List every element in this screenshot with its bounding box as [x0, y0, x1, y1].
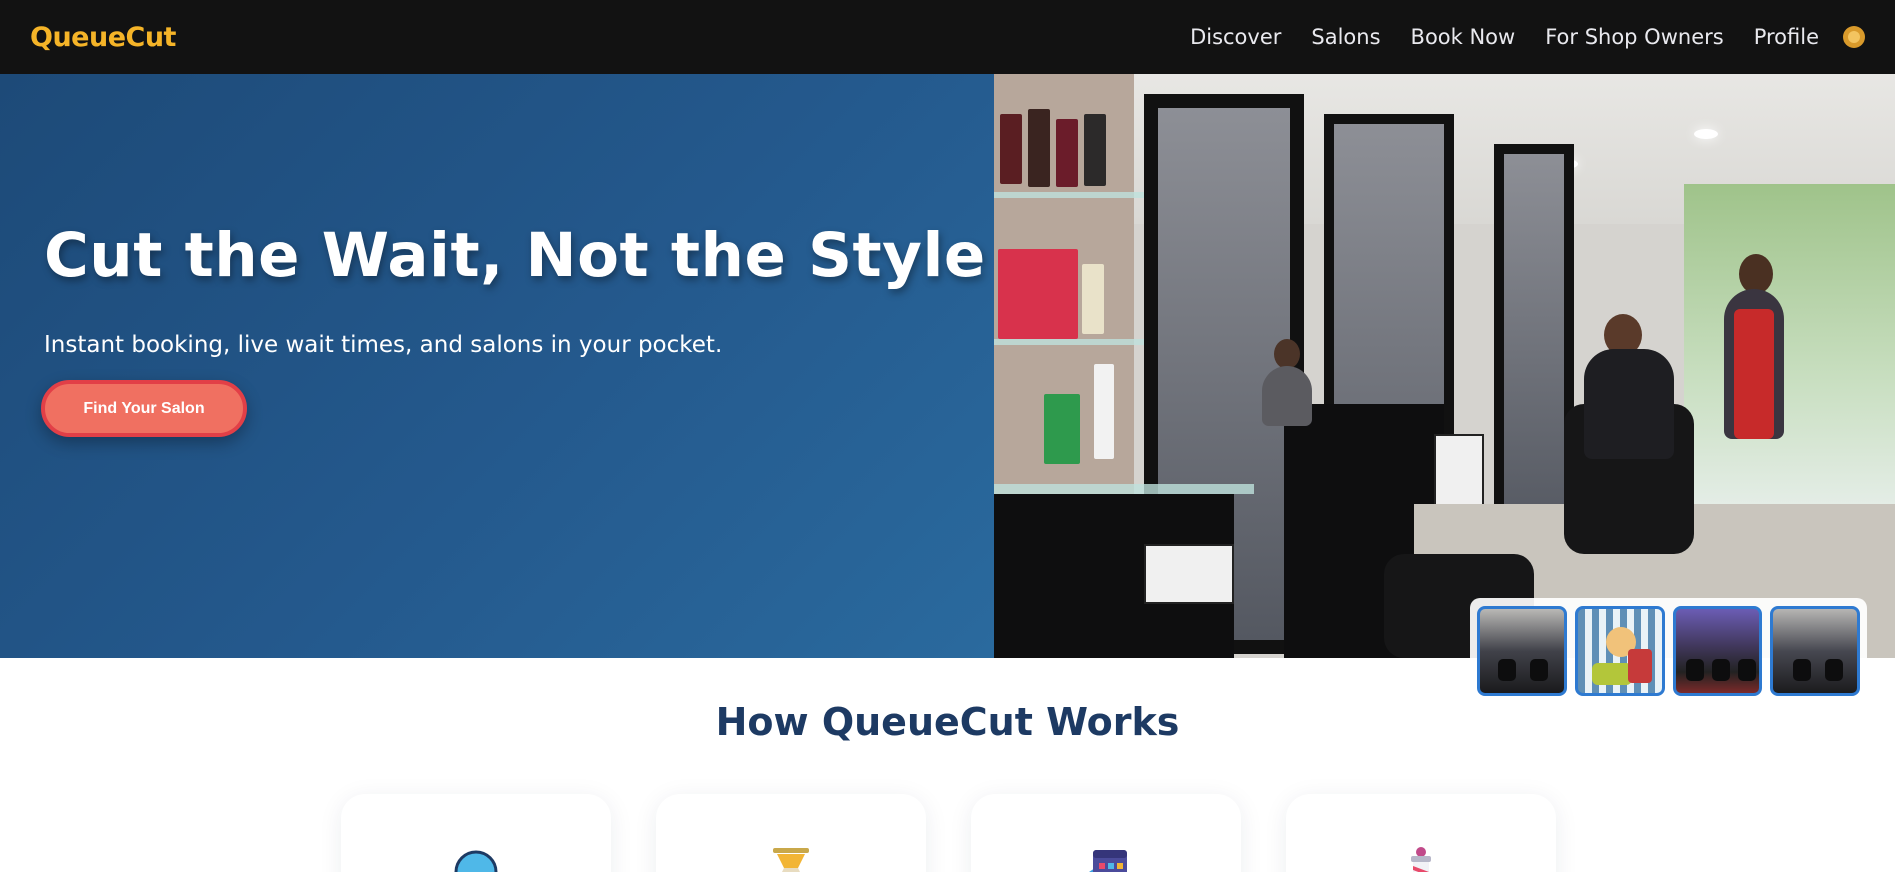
- thumb-chair: [1685, 658, 1704, 681]
- gallery-thumbnail-2[interactable]: [1574, 605, 1665, 696]
- hero-text-panel: Cut the Wait, Not the Style Instant book…: [0, 74, 994, 658]
- top-navbar: QueueCut Discover Salons Book Now For Sh…: [0, 0, 1895, 74]
- gallery-thumbnail-3[interactable]: [1672, 605, 1763, 696]
- hero-subtitle: Instant booking, live wait times, and sa…: [44, 332, 723, 358]
- how-step-card-1: [341, 794, 611, 872]
- product-box: [1084, 114, 1106, 186]
- barber-pole-icon: [1411, 847, 1431, 872]
- how-step-card-3: [971, 794, 1241, 872]
- how-step-card-2: [656, 794, 926, 872]
- gallery-thumbnail-1[interactable]: [1477, 605, 1567, 696]
- thumb-chair: [1711, 658, 1730, 681]
- nav-link-book-now[interactable]: Book Now: [1411, 25, 1516, 49]
- thumb-sofa: [1591, 662, 1632, 685]
- thumb-chair: [1825, 658, 1844, 681]
- nav-link-for-shop-owners[interactable]: For Shop Owners: [1545, 25, 1724, 49]
- nav-link-salons[interactable]: Salons: [1311, 25, 1380, 49]
- product-box: [1044, 394, 1080, 464]
- brand-logo[interactable]: QueueCut: [30, 22, 176, 53]
- product-box: [1056, 119, 1078, 187]
- magnifying-glass-icon: [454, 850, 498, 872]
- shop-window: [1684, 184, 1895, 514]
- barber-head: [1739, 254, 1773, 294]
- how-it-works-title: How QueueCut Works: [715, 700, 1180, 744]
- profile-avatar-icon[interactable]: [1843, 26, 1865, 48]
- product-box: [998, 249, 1078, 339]
- gallery-thumbnail-4[interactable]: [1770, 605, 1860, 696]
- hero-title: Cut the Wait, Not the Style: [44, 220, 986, 291]
- hero-section: Cut the Wait, Not the Style Instant book…: [0, 74, 1895, 703]
- product-bottle: [1094, 364, 1114, 459]
- counter-drawer: [1144, 544, 1234, 604]
- thumb-character-body: [1627, 648, 1652, 683]
- gallery-thumbnails: [1470, 598, 1867, 703]
- barber-apron: [1734, 309, 1774, 439]
- salon-mirror: [1494, 144, 1574, 544]
- nav-links: Discover Salons Book Now For Shop Owners…: [1190, 25, 1865, 49]
- calendar-icon: [1089, 850, 1127, 872]
- counter-drawer: [1434, 434, 1484, 514]
- nav-link-profile[interactable]: Profile: [1754, 25, 1819, 49]
- how-step-card-4: [1286, 794, 1556, 872]
- thumb-chair: [1793, 658, 1812, 681]
- product-box: [1028, 109, 1050, 187]
- ceiling-light: [1694, 129, 1718, 139]
- seated-customer-body: [1262, 366, 1312, 426]
- nav-link-discover[interactable]: Discover: [1190, 25, 1281, 49]
- glass-shelf: [994, 192, 1154, 198]
- seated-customer-head: [1274, 339, 1300, 369]
- salon-hero-image: [994, 74, 1895, 658]
- thumb-chair: [1530, 658, 1548, 681]
- thumb-chair: [1737, 658, 1756, 681]
- thumb-chair: [1498, 658, 1516, 681]
- glass-shelf: [994, 339, 1154, 345]
- hourglass-icon: [773, 848, 809, 872]
- product-box: [1000, 114, 1022, 184]
- glass-counter: [994, 484, 1254, 494]
- product-box: [1082, 264, 1104, 334]
- find-your-salon-button[interactable]: Find Your Salon: [41, 380, 247, 437]
- customer-cape: [1584, 349, 1674, 459]
